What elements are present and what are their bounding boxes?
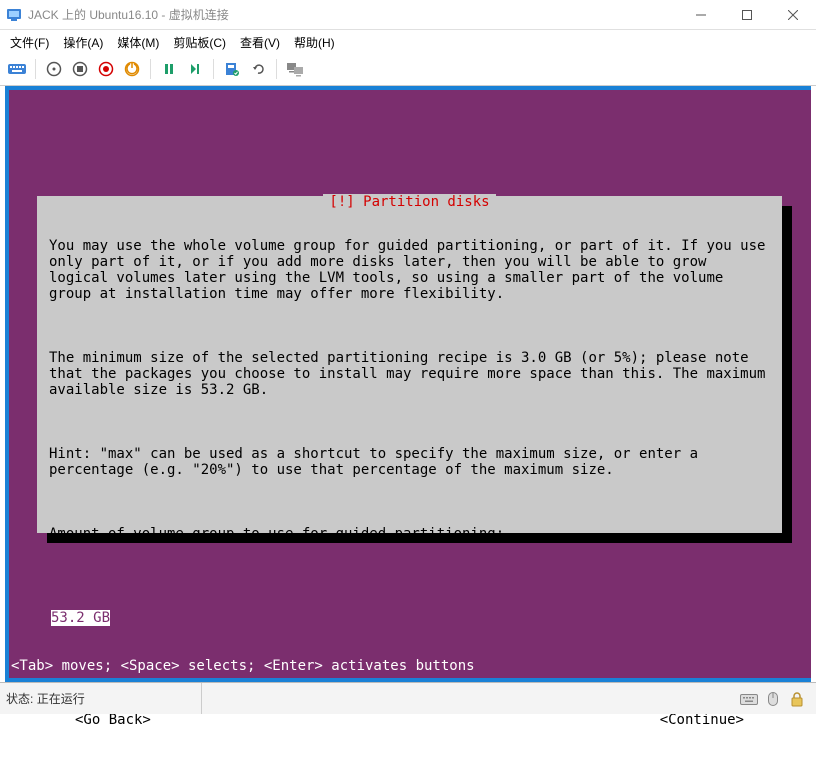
status-divider [201,683,202,714]
app-icon [6,7,22,23]
continue-button[interactable]: <Continue> [660,712,744,728]
status-bar: 状态: 正在运行 [0,682,816,714]
status-label: 状态: 正在运行 [0,690,91,707]
dialog-prompt: Amount of volume group to use for guided… [49,526,770,542]
enhanced-session-button[interactable] [284,58,306,80]
menu-clipboard[interactable]: 剪贴板(C) [173,34,226,51]
go-back-button[interactable]: <Go Back> [75,712,151,728]
keyboard-icon [740,690,758,708]
shutdown-button[interactable] [95,58,117,80]
close-button[interactable] [770,0,816,30]
lock-icon [788,690,806,708]
menu-action[interactable]: 操作(A) [63,34,103,51]
ctrl-alt-del-button[interactable] [6,58,28,80]
menu-view[interactable]: 查看(V) [240,34,280,51]
menu-bar: 文件(F) 操作(A) 媒体(M) 剪贴板(C) 查看(V) 帮助(H) [0,30,816,55]
partition-dialog: [!] Partition disks You may use the whol… [37,196,782,533]
turnoff-button[interactable] [69,58,91,80]
revert-button[interactable] [247,58,269,80]
volume-size-input[interactable]: 53.2 GB [49,610,770,626]
dialog-paragraph-3: Hint: "max" can be used as a shortcut to… [49,446,770,478]
checkpoint-button[interactable] [221,58,243,80]
menu-help[interactable]: 帮助(H) [294,34,335,51]
pause-button[interactable] [158,58,180,80]
footer-hint: <Tab> moves; <Space> selects; <Enter> ac… [9,658,475,674]
dialog-paragraph-1: You may use the whole volume group for g… [49,238,770,302]
maximize-button[interactable] [724,0,770,30]
dialog-title: [!] Partition disks [323,194,495,210]
window-title: JACK 上的 Ubuntu16.10 - 虚拟机连接 [28,6,678,23]
menu-file[interactable]: 文件(F) [10,34,49,51]
vm-console[interactable]: [!] Partition disks You may use the whol… [9,90,811,678]
menu-media[interactable]: 媒体(M) [117,34,159,51]
mouse-icon [764,690,782,708]
dialog-paragraph-2: The minimum size of the selected partiti… [49,350,770,398]
reset-button[interactable] [184,58,206,80]
minimize-button[interactable] [678,0,724,30]
save-button[interactable] [121,58,143,80]
volume-size-value: 53.2 GB [51,610,110,626]
toolbar [0,55,816,86]
start-button[interactable] [43,58,65,80]
window-titlebar: JACK 上的 Ubuntu16.10 - 虚拟机连接 [0,0,816,30]
